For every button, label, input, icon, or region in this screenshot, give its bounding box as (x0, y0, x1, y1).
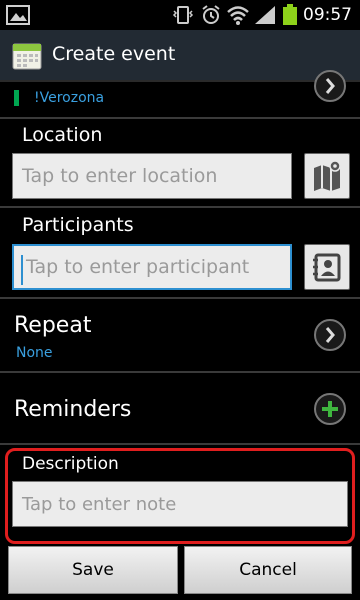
contact-book-icon (313, 253, 341, 282)
cancel-button[interactable]: Cancel (184, 546, 352, 594)
calendar-row[interactable]: !Verozona (0, 70, 360, 116)
reminders-row: Reminders (0, 373, 360, 443)
location-label: Location (22, 124, 103, 146)
chevron-right-icon (325, 78, 335, 94)
page-title: Create event (52, 43, 176, 65)
divider (0, 117, 360, 119)
status-time: 09:57 (303, 5, 352, 25)
repeat-label: Repeat (14, 313, 92, 338)
map-icon (314, 160, 341, 191)
plus-icon (322, 401, 338, 417)
contacts-button[interactable] (304, 244, 350, 290)
repeat-row[interactable]: Repeat None (0, 299, 360, 371)
add-reminder-button[interactable] (314, 393, 346, 425)
description-input[interactable]: Tap to enter note (12, 481, 348, 527)
alarm-icon (202, 5, 220, 24)
status-bar: 09:57 (0, 0, 360, 30)
action-bar: Create event (0, 30, 360, 82)
divider (0, 443, 360, 445)
repeat-value: None (16, 345, 53, 361)
wifi-icon (227, 6, 249, 25)
calendar-app-icon (12, 43, 42, 70)
signal-icon (255, 6, 275, 24)
participants-label: Participants (22, 214, 134, 236)
gallery-notification-icon (6, 5, 30, 25)
battery-icon (283, 4, 297, 25)
map-button[interactable] (304, 153, 350, 199)
calendar-name: !Verozona (34, 90, 105, 106)
participant-input[interactable]: Tap to enter participant (12, 244, 292, 290)
save-button[interactable]: Save (8, 546, 178, 594)
repeat-chevron-button[interactable] (314, 319, 346, 351)
vibrate-icon (172, 6, 194, 24)
location-input[interactable]: Tap to enter location (12, 153, 292, 199)
description-label: Description (22, 454, 119, 474)
calendar-color-swatch (14, 90, 19, 106)
chevron-right-icon (325, 327, 335, 343)
divider (0, 206, 360, 208)
calendar-chevron-button[interactable] (314, 70, 346, 102)
reminders-label: Reminders (14, 397, 132, 422)
